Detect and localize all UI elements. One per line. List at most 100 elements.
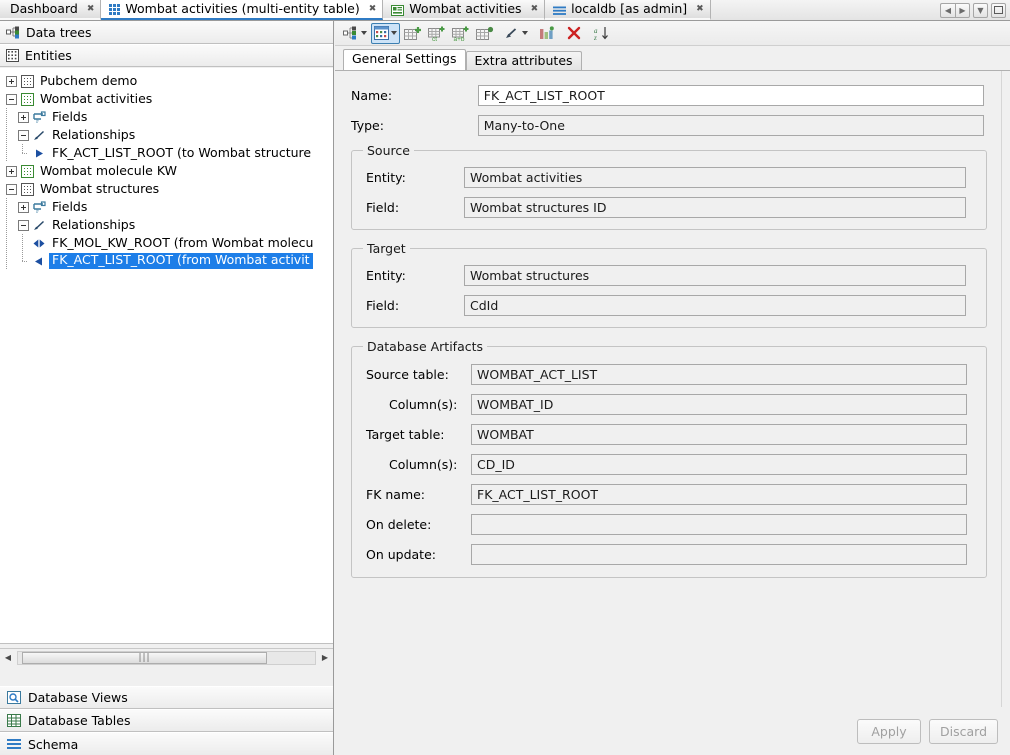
expand-toggle-plus-icon[interactable] bbox=[18, 112, 29, 123]
collapse-toggle-minus-icon[interactable] bbox=[6, 184, 17, 195]
sidebar-section-entities[interactable]: Entities bbox=[0, 44, 333, 67]
source-table-label: Source table: bbox=[366, 367, 471, 382]
tree-item-fk-act-list-root-to[interactable]: FK_ACT_LIST_ROOT (to Wombat structure bbox=[0, 144, 333, 162]
tree-connector bbox=[18, 144, 28, 162]
tree-item-label: Pubchem demo bbox=[36, 75, 137, 88]
name-label: Name: bbox=[351, 88, 478, 103]
sidebar-horizontal-scrollbar[interactable]: ◀ ||| ▶ bbox=[0, 648, 333, 666]
target-group: Target Entity: Wombat structures Field: … bbox=[351, 248, 987, 328]
main-panel: ct a+b bbox=[335, 21, 1010, 755]
tree-item-fields[interactable]: F Fields bbox=[0, 198, 333, 216]
scrollbar-thumb[interactable]: ||| bbox=[22, 652, 267, 664]
toolbar-button-add-formula-table[interactable]: a+b bbox=[450, 23, 472, 44]
sort-az-icon: a z bbox=[593, 26, 609, 41]
toolbar-button-relationship[interactable] bbox=[502, 23, 530, 44]
fk-name-value: FK_ACT_LIST_ROOT bbox=[471, 484, 967, 505]
triangle-left-icon: ◀ bbox=[5, 653, 11, 662]
toolbar-button-add-calc-table[interactable]: ct bbox=[426, 23, 448, 44]
left-sidebar: Data trees Entities bbox=[0, 21, 334, 755]
tree-connector bbox=[18, 252, 28, 270]
add-ab-table-icon: a+b bbox=[452, 26, 470, 41]
chevron-right-icon: ▶ bbox=[959, 6, 965, 15]
tree-item-relationships[interactable]: Relationships bbox=[0, 216, 333, 234]
sidebar-item-database-views[interactable]: Database Views bbox=[0, 686, 333, 709]
expand-toggle-plus-icon[interactable] bbox=[18, 202, 29, 213]
source-entity-label: Entity: bbox=[366, 170, 464, 185]
sidebar-item-database-views-label: Database Views bbox=[28, 690, 128, 705]
tab-dashboard[interactable]: Dashboard ✖ bbox=[0, 0, 101, 20]
tree-item-fk-mol-kw-root[interactable]: FK_MOL_KW_ROOT (from Wombat molecu bbox=[0, 234, 333, 252]
tree-item-label: Fields bbox=[48, 111, 87, 124]
tab-dashboard-close-icon[interactable]: ✖ bbox=[87, 5, 94, 14]
sidebar-item-schema[interactable]: Schema bbox=[0, 732, 333, 755]
tree-item-label: Relationships bbox=[48, 219, 135, 232]
settings-tab-strip: General Settings Extra attributes bbox=[335, 46, 1010, 70]
toolbar-button-delete[interactable] bbox=[563, 23, 584, 44]
tree-item-fields[interactable]: F Fields bbox=[0, 108, 333, 126]
chevron-down-icon[interactable] bbox=[391, 31, 397, 35]
tab-general-settings[interactable]: General Settings bbox=[343, 49, 466, 71]
application-window: Dashboard ✖ Wombat activities (multi-ent… bbox=[0, 0, 1010, 755]
tree-item-wombat-structures[interactable]: Wombat structures bbox=[0, 180, 333, 198]
tab-localdb[interactable]: localdb [as admin] ✖ bbox=[545, 0, 711, 20]
sidebar-section-data-trees[interactable]: Data trees bbox=[0, 21, 333, 44]
discard-button[interactable]: Discard bbox=[929, 719, 998, 744]
tree-item-label: Fields bbox=[48, 201, 87, 214]
tab-wombat-activities[interactable]: Wombat activities ✖ bbox=[383, 0, 545, 20]
toolbar-button-add-table[interactable] bbox=[402, 23, 424, 44]
tree-item-relationships[interactable]: Relationships bbox=[0, 126, 333, 144]
tree-item-fk-act-list-root-from[interactable]: FK_ACT_LIST_ROOT (from Wombat activit bbox=[0, 252, 333, 270]
window-restore-button[interactable] bbox=[991, 3, 1006, 18]
toolbar-button-entity-grid[interactable] bbox=[371, 23, 400, 44]
target-field-label: Field: bbox=[366, 298, 464, 313]
target-entity-value: Wombat structures bbox=[464, 265, 966, 286]
field-row-source-field: Field: Wombat structures ID bbox=[366, 197, 972, 218]
expand-toggle-plus-icon[interactable] bbox=[6, 166, 17, 177]
toolbar-button-data-tree[interactable] bbox=[341, 23, 369, 44]
collapse-toggle-minus-icon[interactable] bbox=[6, 94, 17, 105]
field-row-target-columns: Column(s): CD_ID bbox=[366, 454, 972, 475]
apply-button[interactable]: Apply bbox=[857, 719, 921, 744]
toolbar-button-chart[interactable] bbox=[536, 23, 557, 44]
entity-icon bbox=[21, 75, 34, 88]
form-action-bar: Apply Discard bbox=[335, 707, 1010, 755]
entity-tree-panel[interactable]: Pubchem demo Wombat activities bbox=[0, 68, 333, 644]
tab-wombat-activities-close-icon[interactable]: ✖ bbox=[531, 5, 538, 14]
name-input[interactable]: FK_ACT_LIST_ROOT bbox=[478, 85, 984, 106]
tab-wombat-activities-multi-entity-close-icon[interactable]: ✖ bbox=[369, 5, 376, 14]
sidebar-item-database-tables[interactable]: Database Tables bbox=[0, 709, 333, 732]
tab-next-button[interactable]: ▶ bbox=[955, 3, 970, 18]
scrollbar-track[interactable]: ||| bbox=[17, 651, 316, 665]
source-field-value: Wombat structures ID bbox=[464, 197, 966, 218]
on-update-value bbox=[471, 544, 967, 565]
chevron-down-icon[interactable] bbox=[361, 31, 367, 35]
source-group: Source Entity: Wombat activities Field: … bbox=[351, 150, 987, 230]
field-row-source-columns: Column(s): WOMBAT_ID bbox=[366, 394, 972, 415]
field-row-target-table: Target table: WOMBAT bbox=[366, 424, 972, 445]
collapse-toggle-minus-icon[interactable] bbox=[18, 220, 29, 231]
tab-prev-button[interactable]: ◀ bbox=[940, 3, 955, 18]
toolbar-button-sort[interactable]: a z bbox=[590, 23, 611, 44]
expand-toggle-plus-icon[interactable] bbox=[6, 76, 17, 87]
tab-wombat-activities-multi-entity[interactable]: Wombat activities (multi-entity table) ✖ bbox=[101, 0, 383, 20]
on-update-label: On update: bbox=[366, 547, 471, 562]
on-delete-value bbox=[471, 514, 967, 535]
source-field-label: Field: bbox=[366, 200, 464, 215]
tab-extra-attributes[interactable]: Extra attributes bbox=[466, 51, 582, 72]
type-label: Type: bbox=[351, 118, 478, 133]
tree-item-pubchem-demo[interactable]: Pubchem demo bbox=[0, 72, 333, 90]
arrow-right-icon bbox=[32, 147, 46, 160]
tree-item-wombat-molecule-kw[interactable]: Wombat molecule KW bbox=[0, 162, 333, 180]
tab-localdb-close-icon[interactable]: ✖ bbox=[696, 5, 703, 14]
scroll-right-button[interactable]: ▶ bbox=[317, 650, 333, 666]
scroll-left-button[interactable]: ◀ bbox=[0, 650, 16, 666]
panel-vertical-scrollbar[interactable] bbox=[1001, 71, 1010, 707]
chevron-down-icon[interactable] bbox=[522, 31, 528, 35]
collapse-toggle-minus-icon[interactable] bbox=[18, 130, 29, 141]
toolbar-button-add-marked-table[interactable] bbox=[474, 23, 496, 44]
tab-list-dropdown-button[interactable]: ▼ bbox=[973, 3, 988, 18]
relationships-icon bbox=[32, 219, 46, 232]
tree-item-wombat-activities[interactable]: Wombat activities bbox=[0, 90, 333, 108]
restore-window-icon bbox=[994, 6, 1003, 14]
target-group-title: Target bbox=[363, 241, 410, 256]
